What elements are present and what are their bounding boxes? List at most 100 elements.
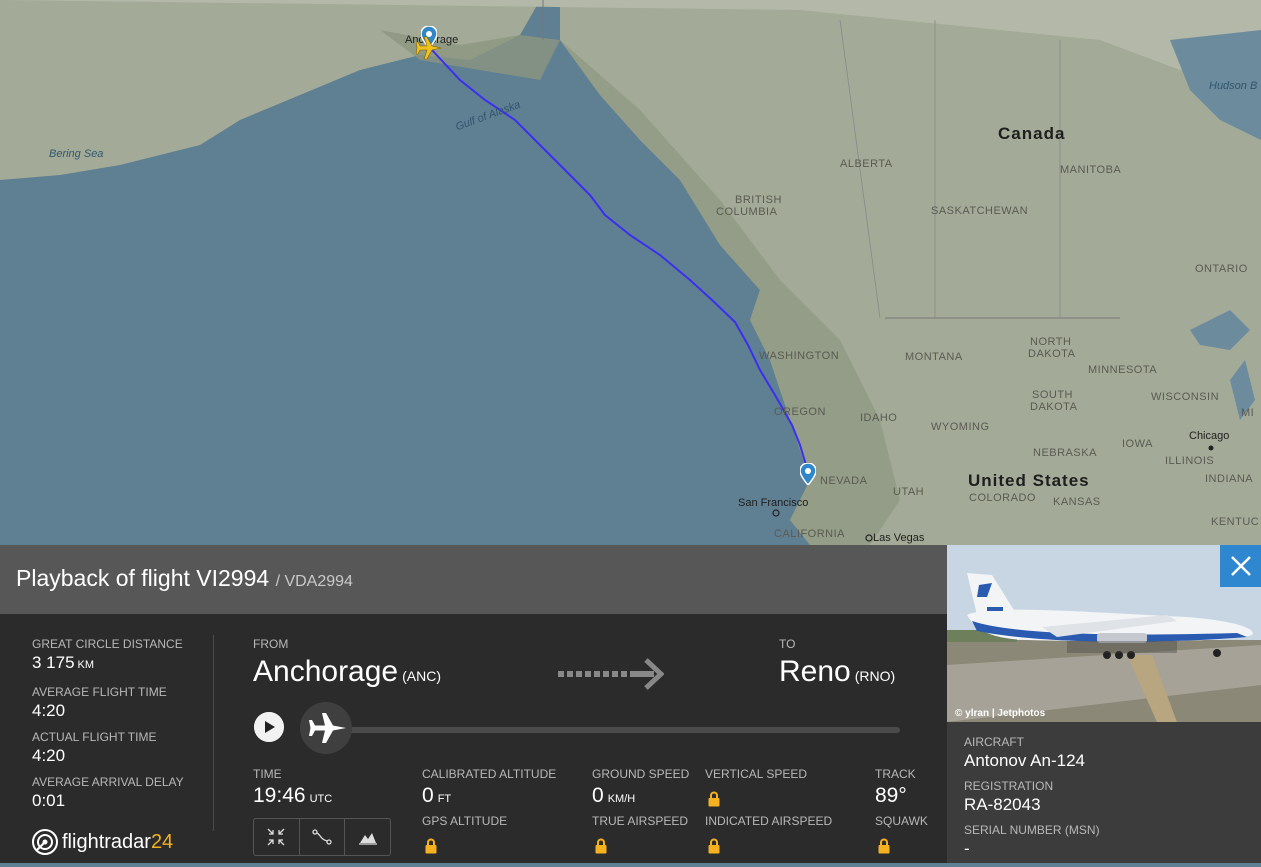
oregon-label: OREGON bbox=[774, 406, 826, 418]
great-circle-distance-label: GREAT CIRCLE DISTANCE bbox=[32, 637, 183, 651]
gps-altitude-lock-icon[interactable] bbox=[425, 838, 437, 854]
great-circle-distance-value: 3 175 bbox=[32, 653, 75, 672]
serial-number-label: SERIAL NUMBER (MSN) bbox=[964, 823, 1100, 837]
origin-airport[interactable]: Anchorage (ANC) bbox=[253, 655, 441, 689]
aircraft-photo[interactable]: © ylran | Jetphotos bbox=[947, 545, 1261, 722]
south-dakota-label-1: SOUTH bbox=[1032, 389, 1073, 401]
actual-flight-time-label: ACTUAL FLIGHT TIME bbox=[32, 730, 157, 744]
flightradar24-logo[interactable]: flightradar24 bbox=[32, 829, 173, 855]
ground-speed-block: GROUND SPEED 0 KM/H bbox=[592, 767, 689, 813]
british-columbia-label-1: BRITISH bbox=[735, 194, 782, 206]
playback-panel: Playback of flight VI2994 / VDA2994 GREA… bbox=[0, 545, 947, 863]
graph-icon bbox=[358, 833, 377, 845]
aircraft-marker-icon[interactable] bbox=[416, 36, 442, 60]
radar-logo-icon bbox=[32, 829, 58, 855]
time-block: TIME 19:46 UTC bbox=[253, 767, 332, 813]
track-block: TRACK 89° bbox=[875, 767, 916, 809]
view-tools bbox=[253, 818, 391, 856]
aircraft-photo-image bbox=[947, 545, 1261, 722]
vertical-speed-label: VERTICAL SPEED bbox=[705, 767, 808, 781]
photo-credit: © ylran | Jetphotos bbox=[955, 708, 1046, 719]
from-label: FROM bbox=[253, 637, 289, 651]
speed-unit: KM/H bbox=[607, 793, 636, 805]
origin-city: Anchorage bbox=[253, 655, 399, 688]
united-states-label: United States bbox=[968, 471, 1090, 490]
las-vegas-label: Las Vegas bbox=[873, 532, 925, 544]
route-icon bbox=[312, 829, 332, 845]
montana-label: MONTANA bbox=[905, 351, 963, 363]
time-unit: UTC bbox=[309, 793, 333, 805]
san-francisco-label: San Francisco bbox=[738, 497, 809, 509]
indicated-airspeed-lock-icon[interactable] bbox=[708, 838, 720, 854]
ontario-label: ONTARIO bbox=[1195, 263, 1248, 275]
to-label: TO bbox=[779, 637, 796, 651]
vertical-speed-lock-icon[interactable] bbox=[708, 791, 720, 807]
wyoming-label: WYOMING bbox=[931, 421, 990, 433]
manitoba-label: MANITOBA bbox=[1060, 164, 1122, 176]
aircraft-label: AIRCRAFT bbox=[964, 735, 1024, 749]
flight-title: Playback of flight VI2994 bbox=[16, 565, 270, 591]
squawk-lock-icon[interactable] bbox=[878, 838, 890, 854]
route-arrow-icon bbox=[558, 658, 664, 690]
mi-label: MI bbox=[1241, 407, 1255, 419]
callsign: / VDA2994 bbox=[275, 573, 353, 590]
aircraft-panel: © ylran | Jetphotos AIRCRAFT Antonov An-… bbox=[947, 545, 1261, 863]
aircraft-info: AIRCRAFT Antonov An-124 REGISTRATION RA-… bbox=[964, 735, 1100, 867]
gps-altitude-label: GPS ALTITUDE bbox=[422, 814, 508, 828]
playback-slider[interactable] bbox=[346, 727, 900, 733]
kentucky-label: KENTUC bbox=[1211, 516, 1260, 528]
altitude-unit: FT bbox=[437, 793, 452, 805]
logo-accent: 24 bbox=[150, 830, 174, 853]
track-label: TRACK bbox=[875, 767, 916, 781]
playback-handle[interactable] bbox=[300, 702, 352, 754]
time-label: TIME bbox=[253, 767, 282, 781]
calibrated-altitude-value: 0 bbox=[422, 784, 434, 807]
stats-divider bbox=[213, 635, 214, 831]
avg-arrival-delay-label: AVERAGE ARRIVAL DELAY bbox=[32, 775, 184, 789]
actual-flight-time-value: 4:20 bbox=[32, 746, 66, 765]
minnesota-label: MINNESOTA bbox=[1088, 364, 1158, 376]
time-value: 19:46 bbox=[253, 784, 306, 807]
idaho-label: IDAHO bbox=[860, 412, 898, 424]
wisconsin-label: WISCONSIN bbox=[1151, 391, 1220, 403]
altitude-graph-button[interactable] bbox=[345, 819, 390, 855]
destination-pin-icon[interactable] bbox=[800, 463, 816, 485]
canada-label: Canada bbox=[998, 124, 1066, 143]
distance-unit: KM bbox=[77, 659, 95, 671]
serial-number-value: - bbox=[964, 839, 970, 858]
nevada-label: NEVADA bbox=[820, 475, 868, 487]
washington-label: WASHINGTON bbox=[759, 350, 840, 362]
origin-code: (ANC) bbox=[402, 668, 441, 684]
illinois-label: ILLINOIS bbox=[1165, 455, 1215, 467]
close-icon bbox=[1230, 556, 1251, 576]
california-label: CALIFORNIA bbox=[774, 528, 846, 540]
compress-icon bbox=[267, 828, 285, 846]
calibrated-altitude-block: CALIBRATED ALTITUDE 0 FT bbox=[422, 767, 556, 813]
utah-label: UTAH bbox=[893, 486, 925, 498]
nebraska-label: NEBRASKA bbox=[1033, 447, 1097, 459]
fit-view-button[interactable] bbox=[254, 819, 300, 855]
map-base bbox=[0, 0, 1261, 545]
true-airspeed-label: TRUE AIRSPEED bbox=[592, 814, 689, 828]
squawk-label: SQUAWK bbox=[875, 814, 928, 828]
logo-name: flightradar bbox=[62, 830, 151, 853]
ground-speed-label: GROUND SPEED bbox=[592, 767, 690, 781]
avg-arrival-delay-value: 0:01 bbox=[32, 791, 66, 810]
bering-sea-label: Bering Sea bbox=[49, 148, 104, 160]
north-dakota-label-1: NORTH bbox=[1030, 336, 1072, 348]
british-columbia-label-2: COLUMBIA bbox=[716, 206, 778, 218]
calibrated-altitude-label: CALIBRATED ALTITUDE bbox=[422, 767, 557, 781]
chicago-label: Chicago bbox=[1189, 430, 1230, 442]
destination-airport[interactable]: Reno (RNO) bbox=[779, 655, 895, 689]
true-airspeed-lock-icon[interactable] bbox=[595, 838, 607, 854]
route-view-button[interactable] bbox=[300, 819, 346, 855]
play-button[interactable] bbox=[254, 712, 284, 742]
ground-speed-value: 0 bbox=[592, 784, 604, 807]
close-button[interactable] bbox=[1220, 545, 1261, 587]
flight-map[interactable]: Bering Sea Gulf of Alaska Hudson B Canad… bbox=[0, 0, 1261, 545]
avg-flight-time-value: 4:20 bbox=[32, 701, 66, 720]
registration-value: RA-82043 bbox=[964, 795, 1041, 814]
south-dakota-label-2: DAKOTA bbox=[1030, 401, 1078, 413]
flight-stats: GREAT CIRCLE DISTANCE 3 175 KM AVERAGE FL… bbox=[32, 637, 202, 820]
indicated-airspeed-label: INDICATED AIRSPEED bbox=[705, 814, 833, 828]
